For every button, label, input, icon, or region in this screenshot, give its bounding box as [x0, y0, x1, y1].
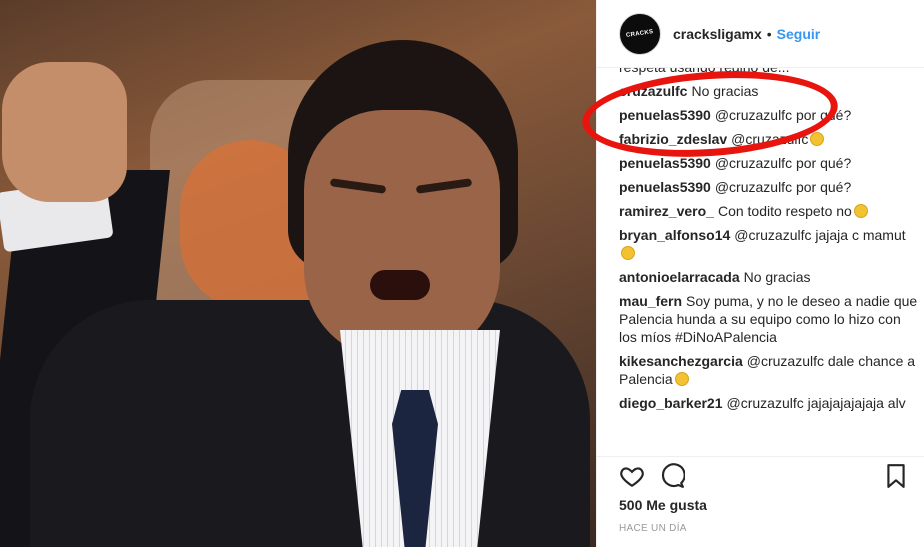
face — [304, 110, 500, 360]
comment-text: Con todito respeto no — [717, 203, 852, 219]
comment-username[interactable]: bryan_alfonso14 — [619, 227, 730, 243]
comment-text: @cruzazulfc jajaja c mamut — [734, 227, 906, 243]
laughing-emoji — [621, 246, 635, 260]
avatar-text: CRACKS — [625, 28, 655, 39]
suit-jacket — [30, 300, 590, 547]
comment-text: @cruzazulfc jajajajajajaja alv — [726, 395, 906, 411]
comment-username[interactable]: ramirez_vero_ — [619, 203, 714, 219]
comment-text: @cruzazulfc por qué? — [714, 155, 852, 171]
heart-icon[interactable] — [619, 463, 645, 489]
comment-username[interactable]: penuelas5390 — [619, 155, 711, 171]
follow-button[interactable]: Seguir — [777, 26, 821, 42]
post-actions: 500 Me gusta HACE UN DÍA — [597, 456, 924, 547]
likes-count[interactable]: 500 Me gusta — [619, 497, 707, 513]
comment-username[interactable]: kikesanchezgarcia — [619, 353, 743, 369]
comment-icon[interactable] — [659, 463, 685, 489]
comment-item: penuelas5390 @cruzazulfc por qué? — [619, 178, 919, 196]
comment-username[interactable]: diego_barker21 — [619, 395, 723, 411]
comment-text: @cruzazulfc por qué? — [714, 179, 852, 195]
comment-item: bryan_alfonso14 @cruzazulfc jajaja c mamu… — [619, 226, 919, 262]
comment-item: diego_barker21 @cruzazulfc jajajajajajaja… — [619, 394, 919, 412]
username-link[interactable]: cracksligamx — [673, 26, 762, 42]
laughing-emoji — [674, 372, 689, 386]
comment-item: ramirez_vero_ Con todito respeto no — [619, 202, 919, 220]
post-timestamp[interactable]: HACE UN DÍA — [619, 523, 687, 534]
separator-dot: • — [766, 25, 772, 42]
comment-username[interactable]: antonioelarracada — [619, 269, 740, 285]
post-photo[interactable] — [0, 0, 596, 547]
comment-item: mau_fern Soy puma, y no le deseo a nadie … — [619, 292, 919, 346]
post-header: CRACKS cracksligamx • Seguir — [597, 0, 924, 68]
bookmark-icon[interactable] — [883, 463, 909, 489]
comment-item: penuelas5390 @cruzazulfc por qué? — [619, 154, 919, 172]
comment-username[interactable]: penuelas5390 — [619, 179, 711, 195]
grimacing-emoji — [853, 204, 868, 218]
comment-item: antonioelarracada No gracias — [619, 268, 919, 286]
comment-text: No gracias — [743, 269, 811, 285]
mouth — [370, 270, 430, 300]
comment-username[interactable]: mau_fern — [619, 293, 682, 309]
avatar[interactable]: CRACKS — [619, 12, 661, 55]
raised-fist — [2, 62, 127, 202]
comment-item: kikesanchezgarcia @cruzazulfc dale chance… — [619, 352, 919, 388]
laughing-emoji — [810, 132, 825, 146]
